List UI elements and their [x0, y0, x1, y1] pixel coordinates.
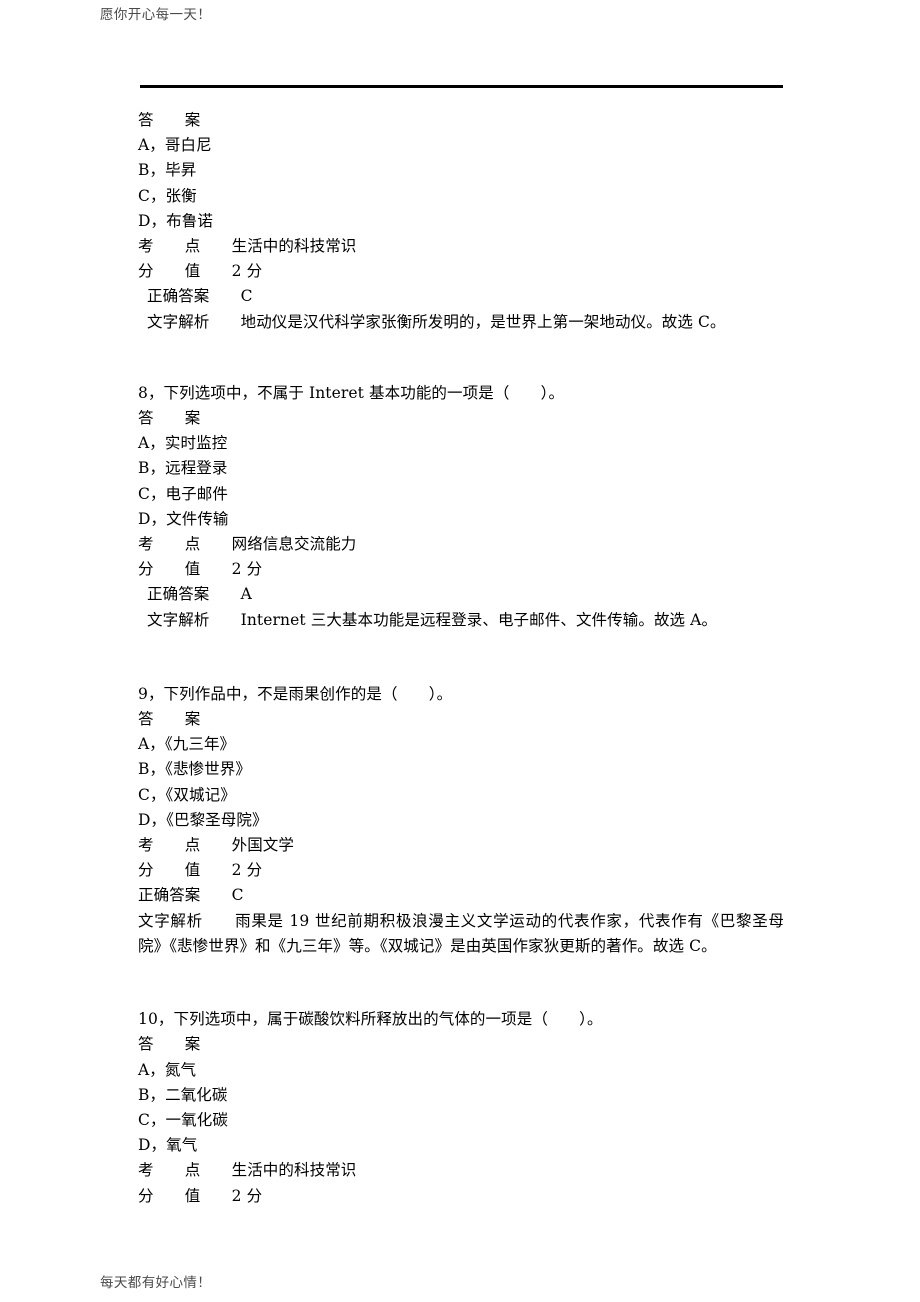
analysis-paragraph: 文字解析 Internet 三大基本功能是远程登录、电子邮件、文件传输。故选 A… — [138, 608, 784, 633]
header-divider-rule — [140, 85, 783, 88]
correct-answer: 正确答案 C — [138, 886, 244, 905]
option-c: C，张衡 — [138, 186, 197, 205]
answer-label: 答 案 — [138, 409, 201, 428]
option-c: C，一氧化碳 — [138, 1110, 228, 1129]
option-a: A，实时监控 — [138, 434, 228, 453]
answer-label: 答 案 — [138, 710, 201, 729]
running-footer: 每天都有好心情！ — [100, 1275, 212, 1291]
option-b: B，二氧化碳 — [138, 1085, 228, 1104]
correct-answer: 正确答案 C — [147, 287, 253, 306]
knowledge-point: 考 点 生活中的科技常识 — [138, 237, 357, 256]
option-c: C，电子邮件 — [138, 484, 228, 503]
option-d: D，布鲁诺 — [138, 211, 213, 230]
option-b: B，毕昇 — [138, 161, 197, 180]
question-block-10: 10，下列选项中，属于碳酸饮料所释放出的气体的一项是（ ）。 答 案 A，氮气 … — [138, 1007, 784, 1209]
knowledge-point: 考 点 外国文学 — [138, 836, 295, 855]
analysis-text: Internet 三大基本功能是远程登录、电子邮件、文件传输。故选 A。 — [240, 610, 718, 629]
correct-answer: 正确答案 A — [147, 585, 252, 604]
knowledge-point: 考 点 网络信息交流能力 — [138, 535, 357, 554]
question-stem: 8，下列选项中，不属于 Interet 基本功能的一项是（ ）。 — [138, 383, 565, 402]
option-d: D，氧气 — [138, 1136, 198, 1155]
option-b: B，《悲惨世界》 — [138, 760, 251, 779]
analysis-paragraph: 文字解析 雨果是 19 世纪前期积极浪漫主义文学运动的代表作家，代表作有《巴黎圣… — [138, 909, 784, 959]
answer-label: 答 案 — [138, 111, 201, 129]
answer-label: 答 案 — [138, 1035, 201, 1054]
option-c: C，《双城记》 — [138, 785, 236, 804]
question-block-8: 8，下列选项中，不属于 Interet 基本功能的一项是（ ）。 答 案 A，实… — [138, 381, 784, 633]
analysis-label: 文字解析 — [138, 911, 236, 930]
option-a: A，《九三年》 — [138, 735, 236, 754]
option-d: D，文件传输 — [138, 509, 229, 528]
score-value: 分 值 2 分 — [138, 861, 263, 880]
option-d: D，《巴黎圣母院》 — [138, 810, 268, 829]
score-value: 分 值 2 分 — [138, 560, 263, 579]
score-value: 分 值 2 分 — [138, 262, 263, 281]
analysis-text: 雨果是 19 世纪前期积极浪漫主义文学运动的代表作家，代表作有《巴黎圣母院》《悲… — [138, 911, 784, 955]
question-stem: 10，下列选项中，属于碳酸饮料所释放出的气体的一项是（ ）。 — [138, 1010, 603, 1029]
analysis-paragraph: 文字解析 地动仪是汉代科学家张衡所发明的，是世界上第一架地动仪。故选 C。 — [138, 310, 784, 335]
analysis-label: 文字解析 — [147, 312, 241, 331]
option-a: A，哥白尼 — [138, 136, 212, 155]
knowledge-point: 考 点 生活中的科技常识 — [138, 1161, 357, 1180]
running-header: 愿你开心每一天！ — [100, 7, 212, 23]
question-block-9: 9，下列作品中，不是雨果创作的是（ ）。 答 案 A，《九三年》 B，《悲惨世界… — [138, 682, 784, 959]
option-b: B，远程登录 — [138, 459, 228, 478]
option-a: A，氮气 — [138, 1060, 197, 1079]
answer-block-q7: 答 案 A，哥白尼 B，毕昇 C，张衡 D，布鲁诺 考 点 生活中的科技常识 分… — [138, 108, 784, 335]
analysis-label: 文字解析 — [147, 610, 241, 629]
analysis-text: 地动仪是汉代科学家张衡所发明的，是世界上第一架地动仪。故选 C。 — [240, 312, 726, 331]
question-stem: 9，下列作品中，不是雨果创作的是（ ）。 — [138, 684, 453, 703]
score-value: 分 值 2 分 — [138, 1186, 263, 1205]
document-body: 答 案 A，哥白尼 B，毕昇 C，张衡 D，布鲁诺 考 点 生活中的科技常识 分… — [138, 108, 784, 1209]
document-page: 愿你开心每一天！ 答 案 A，哥白尼 B，毕昇 C，张衡 D，布鲁诺 考 点 生… — [0, 0, 920, 1302]
